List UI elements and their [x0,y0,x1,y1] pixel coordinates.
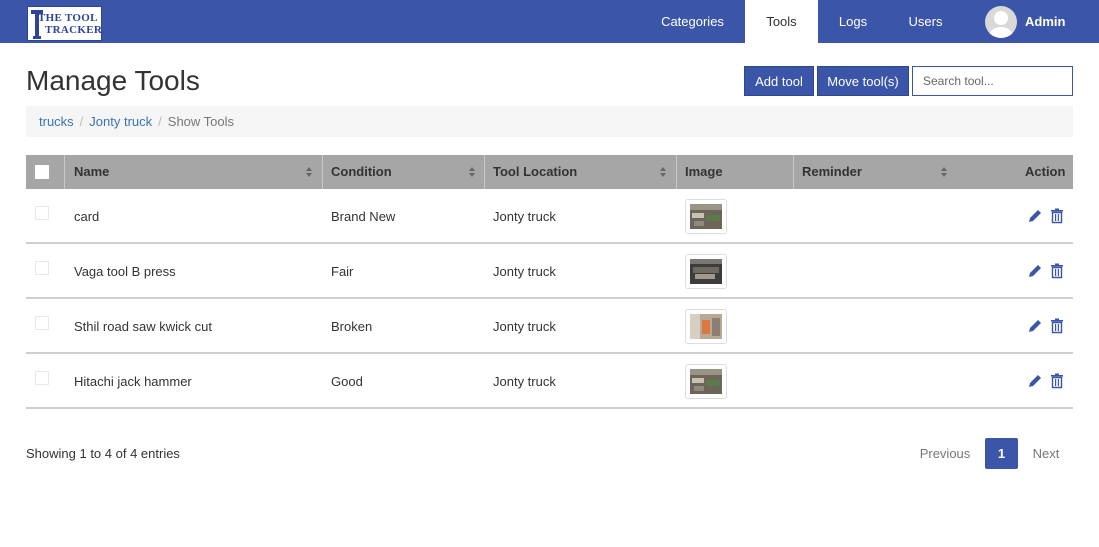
sort-icon[interactable] [306,167,313,178]
trash-icon[interactable] [1049,208,1065,224]
column-condition[interactable]: Condition [331,155,392,189]
table-row: Vaga tool B press Fair Jonty truck [26,244,1073,299]
trash-icon[interactable] [1049,263,1065,279]
table-header: Name Condition Tool Location Image Remin… [26,155,1073,189]
tool-location: Jonty truck [493,209,556,224]
tools-table: Name Condition Tool Location Image Remin… [26,155,1073,409]
top-navbar: THE TOOL TRACKER Categories Tools Logs U… [0,0,1099,43]
brand-logo[interactable]: THE TOOL TRACKER [27,6,102,41]
breadcrumb-separator: / [79,114,84,129]
table-info: Showing 1 to 4 of 4 entries [26,446,180,461]
pagination-page-1[interactable]: 1 [985,438,1018,469]
tool-location: Jonty truck [493,264,556,279]
nav-users[interactable]: Users [898,0,953,43]
column-reminder[interactable]: Reminder [802,155,862,189]
tool-image[interactable] [685,309,727,344]
tool-location: Jonty truck [493,374,556,389]
tool-name: Vaga tool B press [74,264,176,279]
brand-line1: THE TOOL [38,12,98,24]
nav-tools[interactable]: Tools [745,0,818,43]
add-tool-button[interactable]: Add tool [744,66,814,96]
tool-condition: Good [331,374,363,389]
avatar-icon[interactable] [985,6,1017,38]
breadcrumb-separator: / [158,114,162,129]
breadcrumb-current: Show Tools [167,114,235,129]
move-tools-button[interactable]: Move tool(s) [817,66,909,96]
sort-icon[interactable] [941,167,948,178]
tool-image[interactable] [685,254,727,289]
breadcrumb-trucks[interactable]: trucks [39,114,74,129]
table-row: Sthil road saw kwick cut Broken Jonty tr… [26,299,1073,354]
column-tool-location[interactable]: Tool Location [493,155,577,189]
pencil-icon[interactable] [1027,373,1043,389]
row-checkbox[interactable] [35,261,49,275]
column-name[interactable]: Name [74,155,109,189]
pencil-icon[interactable] [1027,208,1043,224]
brand-line2: TRACKER [45,24,103,36]
column-image: Image [685,164,723,179]
pagination-previous[interactable]: Previous [912,438,978,469]
table-row: card Brand New Jonty truck [26,189,1073,244]
tool-condition: Fair [331,264,354,279]
row-checkbox[interactable] [35,371,49,385]
nav-categories[interactable]: Categories [650,0,735,43]
pencil-icon[interactable] [1027,318,1043,334]
tool-condition: Broken [331,319,373,334]
select-all-checkbox[interactable] [35,165,49,179]
row-checkbox[interactable] [35,206,49,220]
tool-name: card [74,209,100,224]
tool-image[interactable] [685,199,727,234]
tool-image[interactable] [685,364,727,399]
trash-icon[interactable] [1049,373,1065,389]
tool-condition: Brand New [331,209,396,224]
tool-name: Hitachi jack hammer [74,374,192,389]
column-divider [793,155,794,189]
column-divider [484,155,485,189]
page-title: Manage Tools [26,65,200,96]
breadcrumb: trucks / Jonty truck / Show Tools [26,106,1073,137]
tool-name: Sthil road saw kwick cut [74,319,212,334]
column-divider [64,155,65,189]
column-action: Action [1025,164,1066,179]
nav-admin[interactable]: Admin [1025,0,1065,43]
pagination-next[interactable]: Next [1024,438,1068,469]
row-checkbox[interactable] [35,316,49,330]
sort-icon[interactable] [469,167,476,178]
column-divider [322,155,323,189]
search-input[interactable] [912,66,1073,96]
table-row: Hitachi jack hammer Good Jonty truck [26,354,1073,409]
nav-logs[interactable]: Logs [828,0,878,43]
column-divider [676,155,677,189]
tool-location: Jonty truck [493,319,556,334]
breadcrumb-jonty-truck[interactable]: Jonty truck [89,114,152,129]
trash-icon[interactable] [1049,318,1065,334]
sort-icon[interactable] [660,167,667,178]
pencil-icon[interactable] [1027,263,1043,279]
